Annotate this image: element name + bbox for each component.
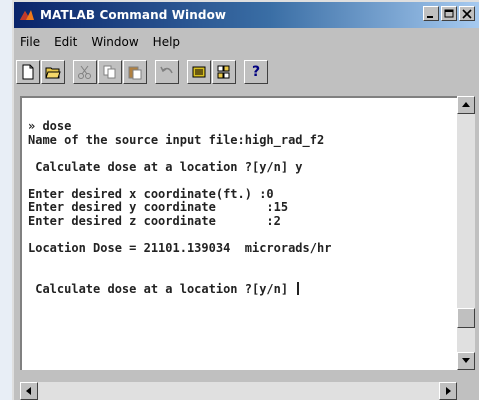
close-icon (462, 8, 472, 19)
copy-icon (103, 65, 116, 79)
console-line: » dose (28, 119, 72, 133)
path-browser-icon (217, 65, 230, 79)
arrow-up-icon (462, 102, 470, 107)
question-mark-icon: ? (251, 64, 261, 80)
arrow-left-icon (26, 387, 31, 395)
matlab-command-window: MATLAB Command Window File Edit Window H… (12, 0, 479, 400)
open-folder-icon (45, 67, 61, 79)
console-line: Calculate dose at a location ?[y/n] y (28, 159, 303, 174)
path-browser-button[interactable] (212, 60, 236, 84)
menu-bar: File Edit Window Help (14, 32, 188, 52)
vertical-scrollbar[interactable] (457, 96, 475, 370)
matlab-logo-icon (19, 7, 35, 23)
maximize-icon (444, 9, 454, 17)
scroll-down-button[interactable] (457, 352, 475, 370)
open-file-button[interactable] (41, 60, 65, 84)
console-prompt: Calculate dose at a location ?[y/n] (28, 282, 296, 296)
menu-window[interactable]: Window (85, 35, 146, 49)
help-button[interactable]: ? (244, 60, 268, 84)
text-cursor (297, 282, 300, 295)
title-bar[interactable]: MATLAB Command Window (14, 2, 479, 28)
arrow-down-icon (462, 358, 470, 363)
scroll-up-button[interactable] (457, 96, 475, 114)
desktop-background (0, 0, 12, 400)
scrollbar-corner (457, 382, 475, 400)
workspace-browser-button[interactable] (187, 60, 211, 84)
maximize-button[interactable] (441, 6, 457, 21)
window-title: MATLAB Command Window (40, 8, 227, 22)
menu-file[interactable]: File (14, 35, 48, 49)
scroll-right-button[interactable] (439, 382, 457, 400)
new-file-button[interactable] (16, 60, 40, 84)
copy-button[interactable] (98, 60, 122, 84)
console-line: Enter desired z coordinate :2 (28, 213, 281, 228)
new-file-icon (22, 64, 34, 80)
console-line: Enter desired y coordinate :15 (28, 200, 289, 214)
paste-button[interactable] (123, 60, 147, 84)
scissors-icon (78, 65, 91, 79)
menu-edit[interactable]: Edit (48, 35, 85, 49)
console-line: Name of the source input file:high_rad_f… (28, 132, 325, 147)
arrow-right-icon (446, 387, 451, 395)
close-button[interactable] (459, 6, 475, 21)
console-line: Enter desired x coordinate(ft.) :0 (28, 186, 274, 201)
vertical-scroll-thumb[interactable] (457, 308, 475, 328)
console-prompt-line: Calculate dose at a location ?[y/n] (28, 282, 331, 296)
minimize-icon (427, 15, 433, 18)
undo-button[interactable] (155, 60, 179, 84)
console-output: » dose Name of the source input file:high… (28, 119, 332, 296)
minimize-button[interactable] (423, 6, 439, 21)
paste-icon (128, 66, 142, 80)
undo-icon (160, 66, 173, 74)
workspace-browser-icon (192, 66, 206, 78)
menu-help[interactable]: Help (147, 35, 188, 49)
command-console[interactable]: » dose Name of the source input file:high… (20, 96, 457, 370)
horizontal-scrollbar[interactable] (20, 382, 457, 400)
toolbar: ? (16, 57, 269, 87)
scroll-left-button[interactable] (20, 382, 38, 400)
console-line: Location Dose = 21101.139034 microrads/h… (28, 240, 332, 255)
cut-button[interactable] (73, 60, 97, 84)
